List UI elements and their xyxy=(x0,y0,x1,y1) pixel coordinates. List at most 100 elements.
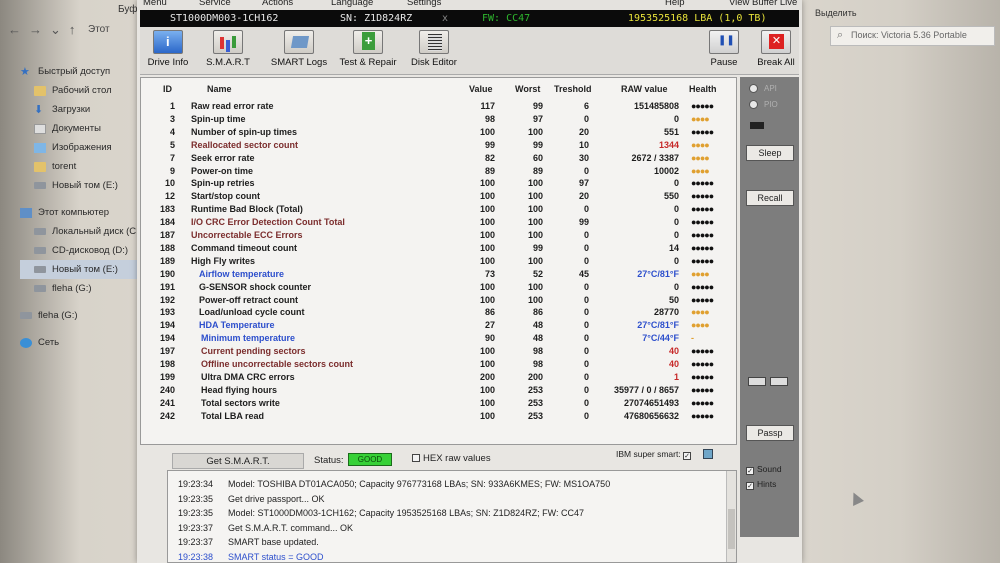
attr-name: High Fly writes xyxy=(191,255,256,266)
ibm-super-smart-checkbox[interactable]: IBM super smart: ✓ xyxy=(616,449,694,460)
col-raw[interactable]: RAW value xyxy=(621,84,668,94)
attr-value: 100 xyxy=(479,410,495,421)
api-radio[interactable] xyxy=(749,84,758,93)
activity-led-icon xyxy=(750,122,764,129)
table-row[interactable]: 1 Raw read error rate 117 99 6 151485808 ●●●●● xyxy=(141,101,738,114)
attr-raw: 47680656632 xyxy=(623,410,679,421)
table-row[interactable]: 189 High Fly writes 100 100 0 0 ●●●●● xyxy=(141,256,738,269)
attr-value: 100 xyxy=(479,126,495,137)
smart-logs-button[interactable]: SMART Logs xyxy=(268,30,330,68)
col-name[interactable]: Name xyxy=(207,84,232,94)
attr-name: Number of spin-up times xyxy=(191,126,298,137)
attr-health: ●●●●● xyxy=(691,410,714,421)
log-line: 19:23:37 Get S.M.A.R.T. command... OK xyxy=(178,523,353,533)
pio-radio[interactable] xyxy=(749,100,758,109)
table-row[interactable]: 12 Start/stop count 100 100 20 550 ●●●●● xyxy=(141,191,738,204)
attr-value: 90 xyxy=(484,333,495,344)
close-x-icon[interactable]: x xyxy=(442,10,448,27)
log-scrollbar[interactable] xyxy=(726,471,736,562)
menu-item[interactable]: Actions xyxy=(262,0,293,8)
sidebar-item-label: Рабочий стол xyxy=(52,85,112,96)
attr-health: ●●●● xyxy=(691,152,710,163)
pio-label: PIO xyxy=(764,100,778,109)
check-icon: ✓ xyxy=(746,482,754,490)
table-row[interactable]: 193 Load/unload cycle count 86 86 0 28770 ●●●● xyxy=(141,307,738,320)
get-smart-button[interactable]: Get S.M.A.R.T. xyxy=(172,453,304,469)
col-worst[interactable]: Worst xyxy=(515,84,540,94)
log-line: 19:23:35 Model: ST1000DM003-1CH162; Capac… xyxy=(178,508,584,518)
sound-checkbox[interactable]: ✓ Sound xyxy=(746,464,782,475)
attr-value: 117 xyxy=(480,101,495,111)
table-row[interactable]: 9 Power-on time 89 89 0 10002 ●●●● xyxy=(141,166,738,179)
attr-worst: 99 xyxy=(532,242,543,253)
drive-info-button[interactable]: Drive Info xyxy=(144,30,192,68)
view-buffer-live[interactable]: View Buffer Live xyxy=(729,0,797,8)
table-row[interactable]: 194 Minimum temperature 90 48 0 7°C/44°F - xyxy=(141,333,738,346)
attr-worst: 99 xyxy=(532,101,543,111)
sidebar-item-label: Новый том (E:) xyxy=(52,180,118,191)
attr-raw: 0 xyxy=(673,230,679,240)
attr-name: Raw read error rate xyxy=(191,101,274,111)
table-row[interactable]: 192 Power-off retract count 100 100 0 50 ●●●●● xyxy=(141,295,738,308)
attr-worst: 99 xyxy=(532,139,543,150)
mini-right-button[interactable] xyxy=(770,377,788,386)
menu-item[interactable]: Menu xyxy=(143,0,167,8)
table-row[interactable]: 198 Offline uncorrectable sectors count 10… xyxy=(141,359,738,372)
table-row[interactable]: 183 Runtime Bad Block (Total) 100 100 0 0 ●●●●… xyxy=(141,204,738,217)
test-repair-button[interactable]: Test & Repair xyxy=(336,30,400,68)
col-id[interactable]: ID xyxy=(163,84,172,94)
menu-item[interactable]: Service xyxy=(199,0,231,8)
table-row[interactable]: 240 Head flying hours 100 253 0 35977 / 0 / 8… xyxy=(141,385,738,398)
hints-checkbox[interactable]: ✓ Hints xyxy=(746,479,776,490)
mini-left-button[interactable] xyxy=(748,377,766,386)
attr-name: HDA Temperature xyxy=(199,320,275,331)
pause-button[interactable]: Pause xyxy=(703,30,745,68)
attr-name: Reallocated sector count xyxy=(191,139,299,150)
smart-table: ID Name Value Worst Treshold RAW value H… xyxy=(140,77,737,445)
col-threshold[interactable]: Treshold xyxy=(554,84,592,94)
table-row[interactable]: 4 Number of spin-up times 100 100 20 551 ●●●●● xyxy=(141,127,738,140)
smart-button[interactable]: S.M.A.R.T xyxy=(202,30,254,68)
table-row[interactable]: 7 Seek error rate 82 60 30 2672 / 3387 ●●●● xyxy=(141,153,738,166)
drive-lba: 1953525168 LBA (1,0 TB) xyxy=(628,13,767,24)
table-row[interactable]: 184 I/O CRC Error Detection Count Total 10… xyxy=(141,217,738,230)
table-row[interactable]: 190 Airflow temperature 73 52 45 27°C/81°F ●●●… xyxy=(141,269,738,282)
attr-worst: 98 xyxy=(532,346,543,357)
menu-item[interactable]: Help xyxy=(665,0,685,8)
attr-health: ●●●●● xyxy=(691,178,714,189)
disk-editor-button[interactable]: Disk Editor xyxy=(408,30,460,68)
scroll-thumb[interactable] xyxy=(728,509,735,549)
hex-raw-checkbox[interactable]: HEX raw values xyxy=(412,453,491,464)
table-row[interactable]: 10 Spin-up retries 100 100 97 0 ●●●●● xyxy=(141,178,738,191)
attr-name: Offline uncorrectable sectors count xyxy=(201,359,354,369)
table-row[interactable]: 3 Spin-up time 98 97 0 0 ●●●● xyxy=(141,114,738,127)
menu-item[interactable]: Settings xyxy=(407,0,441,8)
table-row[interactable]: 5 Reallocated sector count 99 99 10 1344 ●●●● xyxy=(141,140,738,153)
explorer-path[interactable]: Этот xyxy=(88,24,110,35)
table-row[interactable]: 188 Command timeout count 100 99 0 14 ●●●●● xyxy=(141,243,738,256)
table-row[interactable]: 197 Current pending sectors 100 98 0 40 ●●●●● xyxy=(141,346,738,359)
attr-name: Power-off retract count xyxy=(199,294,299,305)
passp-button[interactable]: Passp xyxy=(746,425,794,441)
drive-icon xyxy=(34,228,46,235)
table-row[interactable]: 191 G-SENSOR shock counter 100 100 0 0 ●●●●● xyxy=(141,282,738,295)
attr-worst: 60 xyxy=(532,152,543,163)
select-button[interactable]: Выделить xyxy=(815,8,857,18)
attr-worst: 100 xyxy=(527,204,543,215)
col-value[interactable]: Value xyxy=(469,84,493,94)
break-all-button[interactable]: Break All xyxy=(754,30,798,68)
attr-value: 100 xyxy=(479,384,495,395)
table-row[interactable]: 194 HDA Temperature 27 48 0 27°C/81°F ●●●● xyxy=(141,320,738,333)
attr-raw: 0 xyxy=(673,178,679,189)
sleep-button[interactable]: Sleep xyxy=(746,145,794,161)
recall-button[interactable]: Recall xyxy=(746,190,794,206)
col-health[interactable]: Health xyxy=(689,84,717,94)
nav-arrows-icon[interactable]: ←→⌄↑ xyxy=(8,22,83,38)
table-row[interactable]: 242 Total LBA read 100 253 0 47680656632 ●●●●● xyxy=(141,411,738,424)
menu-item[interactable]: Language xyxy=(331,0,373,8)
search-input[interactable]: Поиск: Victoria 5.36 Portable xyxy=(830,26,995,46)
table-row[interactable]: 199 Ultra DMA CRC errors 200 200 0 1 ●●●●● xyxy=(141,372,738,385)
attr-worst: 253 xyxy=(527,384,543,395)
table-row[interactable]: 187 Uncorrectable ECC Errors 100 100 0 0 ●●●●● xyxy=(141,230,738,243)
table-row[interactable]: 241 Total sectors write 100 253 0 27074651493… xyxy=(141,398,738,411)
